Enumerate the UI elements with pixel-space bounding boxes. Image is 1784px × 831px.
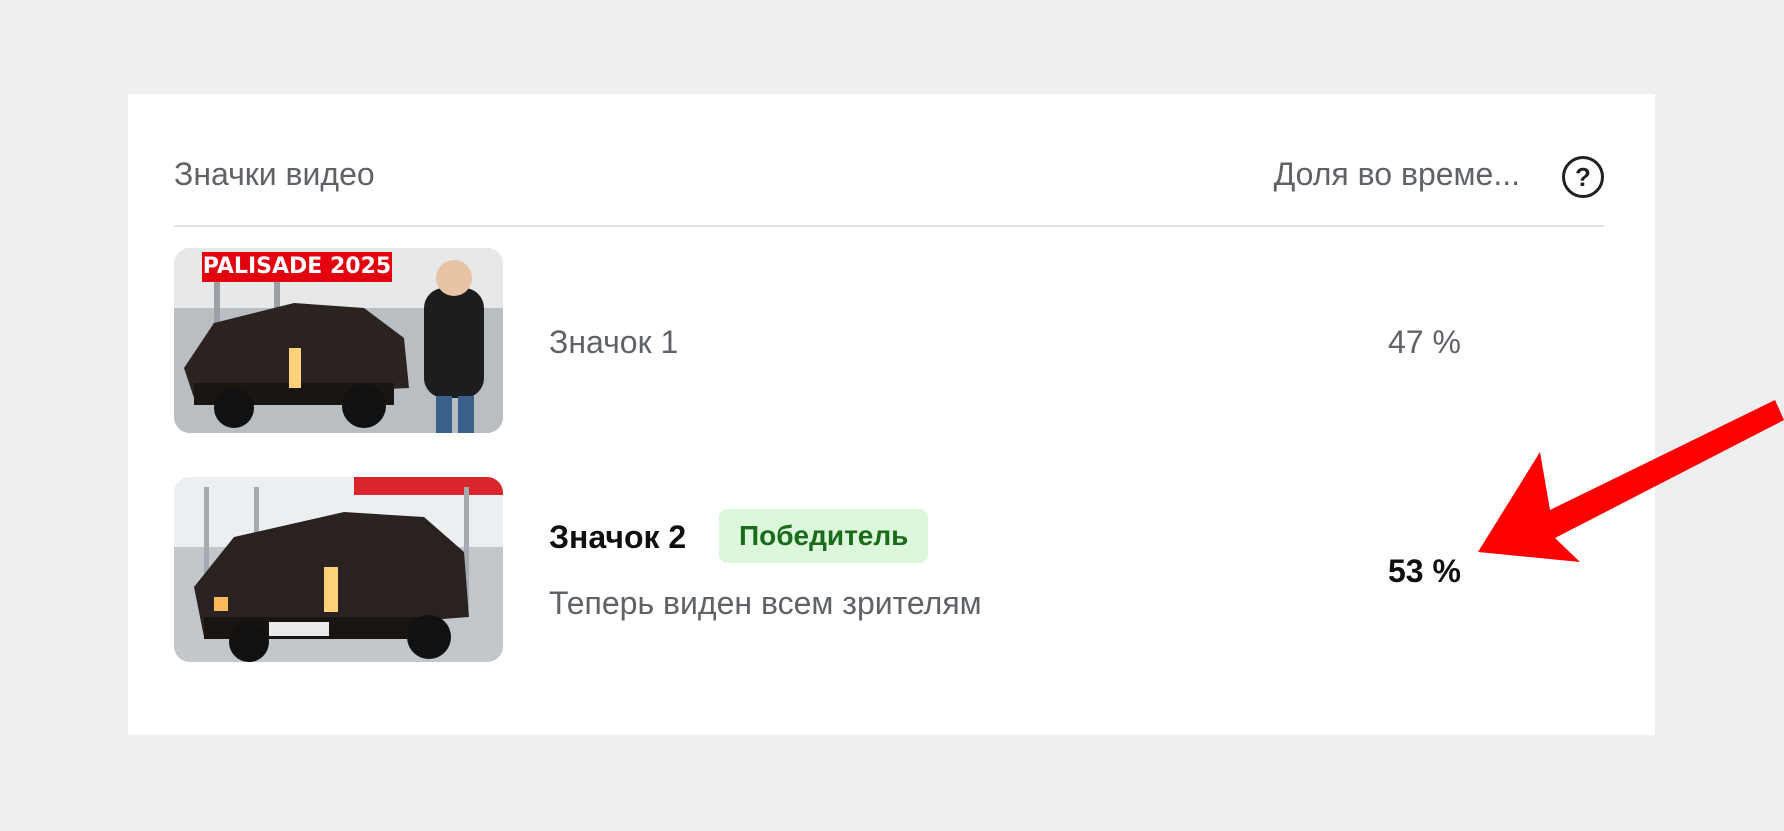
winner-badge: Победитель [719,509,929,563]
list-item: PALISADE 2025 Значок 1 47 % [174,248,1604,433]
thumbnail-image-2 [174,477,503,662]
thumbnail-caption: PALISADE 2025 [202,254,392,279]
column-header-watch-share[interactable]: Доля во време... [1274,156,1520,193]
visibility-status: Теперь виден всем зрителям [549,585,982,621]
list-item: Значок 2 Победитель Теперь виден всем зр… [174,477,1604,662]
thumbnail-title-2: Значок 2 [549,519,687,555]
thumbnail-test-card: Значки видео Доля во време... ? PALISADE… [128,94,1655,735]
watch-share-value-1: 47 % [1388,324,1461,360]
help-icon[interactable]: ? [1562,156,1604,198]
thumbnail-image-1: PALISADE 2025 [174,248,503,433]
watch-share-value-2: 53 % [1388,553,1461,589]
annotation-arrow-icon [1478,400,1784,562]
column-header-thumbnails: Значки видео [174,156,375,192]
table-header: Значки видео Доля во време... ? [174,94,1604,227]
thumbnail-title-1: Значок 1 [549,324,679,360]
